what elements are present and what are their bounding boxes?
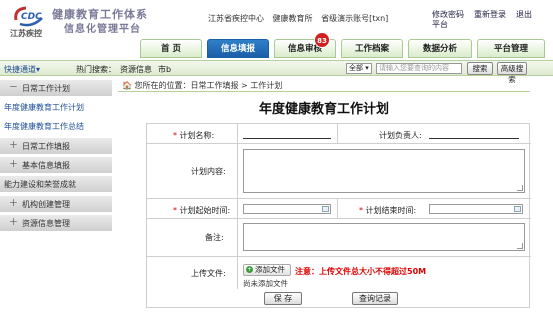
relogin-link[interactable]: 重新登录 — [474, 10, 506, 20]
platform-label: 平台 — [432, 20, 448, 29]
advanced-search-button[interactable]: 高级搜索 — [497, 62, 527, 84]
hot-search-label: 热门搜索： — [76, 65, 116, 74]
tab-platform-admin[interactable]: 平台管理 — [477, 39, 545, 58]
no-file-text: 尚未添加文件 — [243, 279, 288, 288]
sidebar-item-annual-plan[interactable]: 年度健康教育工作计划 — [0, 99, 112, 116]
home-icon: 🏠 — [122, 81, 132, 90]
search-input[interactable]: 请输入您要查询的内容 — [376, 63, 462, 74]
user-account: 省级演示账号[txn] — [321, 14, 389, 23]
tab-data-analysis[interactable]: 数据分析 — [408, 39, 472, 58]
tab-work-archive[interactable]: 工作档案 — [341, 39, 403, 58]
form-row: * 计划起始时间: * 计划结束时间: — [147, 199, 531, 219]
cdc-logo-icon: CDC — [14, 6, 43, 27]
search-scope-select[interactable]: 全部 ▾ — [346, 63, 372, 74]
end-date-input[interactable] — [429, 204, 523, 214]
divider — [337, 199, 338, 219]
plus-icon: + — [246, 266, 253, 273]
sidebar: －日常工作计划 年度健康教育工作计划 年度健康教育工作总结 ＋日常工作填报 ＋基… — [0, 78, 112, 332]
plan-form: * 计划名称: 计划负责人: 计划内容: * 计划起始时间: * 计划结束时间:… — [146, 123, 531, 308]
sidebar-item-capacity-honors[interactable]: 能力建设和荣誉成就 — [0, 176, 112, 193]
change-password-link[interactable]: 修改密码 平台 — [432, 10, 464, 30]
expand-icon: ＋ — [9, 160, 19, 170]
add-file-button[interactable]: + 添加文件 — [243, 264, 291, 276]
logo: CDC 江苏疾控 健康教育工作体系 信息化管理平台 — [8, 4, 208, 38]
remark-label: 备注: — [205, 233, 224, 242]
upload-label: 上传文件: — [191, 269, 226, 278]
dropdown-arrow-icon: ▾ — [36, 65, 41, 74]
start-time-label: * 计划起始时间: — [173, 206, 231, 215]
form-row: 上传文件: + 添加文件 注意：上传文件总大小不得超过50M 尚未添加文件 — [147, 257, 531, 289]
expand-icon: ＋ — [9, 199, 19, 209]
divider — [237, 124, 238, 289]
main-content: 🏠 您所在的位置：日常工作填报 > 工作计划 年度健康教育工作计划 * 计划名称… — [118, 78, 553, 332]
query-records-button[interactable]: 查询记录 — [352, 292, 398, 305]
sidebar-item-institution[interactable]: ＋机构创建管理 — [0, 196, 112, 213]
sidebar-item-daily-plan[interactable]: －日常工作计划 — [0, 80, 112, 97]
content-label: 计划内容: — [191, 167, 226, 176]
main-nav: 首 页 信息填报 信息审核 工作档案 数据分析 平台管理 — [140, 39, 553, 58]
sidebar-item-resource[interactable]: ＋资源信息管理 — [0, 215, 112, 232]
user-info: 江苏省疾控中心 健康教育所 省级演示账号[txn] — [208, 13, 394, 24]
collapse-icon: － — [9, 83, 19, 93]
search-button[interactable]: 搜索 — [467, 62, 493, 75]
remark-textarea[interactable] — [243, 223, 525, 251]
expand-icon: ＋ — [9, 218, 19, 228]
tab-home[interactable]: 首 页 — [140, 39, 202, 58]
save-button[interactable]: 保 存 — [264, 292, 302, 305]
logout-link[interactable]: 退出 — [516, 10, 532, 20]
site-title-line2: 信息化管理平台 — [64, 24, 141, 35]
end-time-label: * 计划结束时间: — [359, 206, 417, 215]
logo-text: CDC — [21, 12, 42, 22]
review-count-badge: 83 — [314, 32, 330, 48]
owner-label: 计划负责人: — [379, 131, 422, 140]
toolbar: 快捷通道▾ 热门搜索： 资源信息 市b 全部 ▾ 请输入您要查询的内容 搜索 高… — [0, 60, 553, 84]
calendar-icon[interactable] — [514, 206, 521, 212]
sidebar-item-daily-report[interactable]: ＋日常工作填报 — [0, 138, 112, 155]
hot-search-link[interactable]: 市b — [158, 64, 171, 75]
page-title: 年度健康教育工作计划 — [258, 102, 389, 117]
content-textarea[interactable] — [243, 149, 525, 193]
sidebar-item-annual-summary[interactable]: 年度健康教育工作总结 — [0, 118, 112, 135]
upload-size-note: 注意：上传文件总大小不得超过50M — [295, 267, 427, 276]
header: CDC 江苏疾控 健康教育工作体系 信息化管理平台 江苏省疾控中心 健康教育所 … — [0, 0, 553, 60]
plan-name-label: * 计划名称: — [173, 131, 215, 140]
user-org: 江苏省疾控中心 — [208, 14, 264, 23]
expand-icon: ＋ — [9, 141, 19, 151]
user-dept: 健康教育所 — [272, 14, 313, 23]
owner-input[interactable] — [429, 138, 519, 139]
breadcrumb: 🏠 您所在的位置：日常工作填报 > 工作计划 — [122, 81, 283, 90]
plan-name-input[interactable] — [243, 138, 331, 139]
divider — [337, 124, 338, 144]
tab-info-report[interactable]: 信息填报 — [207, 39, 269, 58]
form-row: 备注: — [147, 219, 531, 257]
hot-search-link[interactable]: 资源信息 — [120, 64, 152, 75]
sidebar-item-basic-info[interactable]: ＋基本信息填报 — [0, 157, 112, 174]
quick-access-menu[interactable]: 快捷通道▾ — [4, 64, 40, 75]
form-row: 计划内容: — [147, 144, 531, 199]
start-date-input[interactable] — [243, 204, 331, 214]
divider — [118, 91, 530, 92]
form-row: * 计划名称: 计划负责人: — [147, 124, 531, 144]
logo-subtitle: 江苏疾控 — [10, 29, 42, 38]
calendar-icon[interactable] — [322, 206, 329, 212]
